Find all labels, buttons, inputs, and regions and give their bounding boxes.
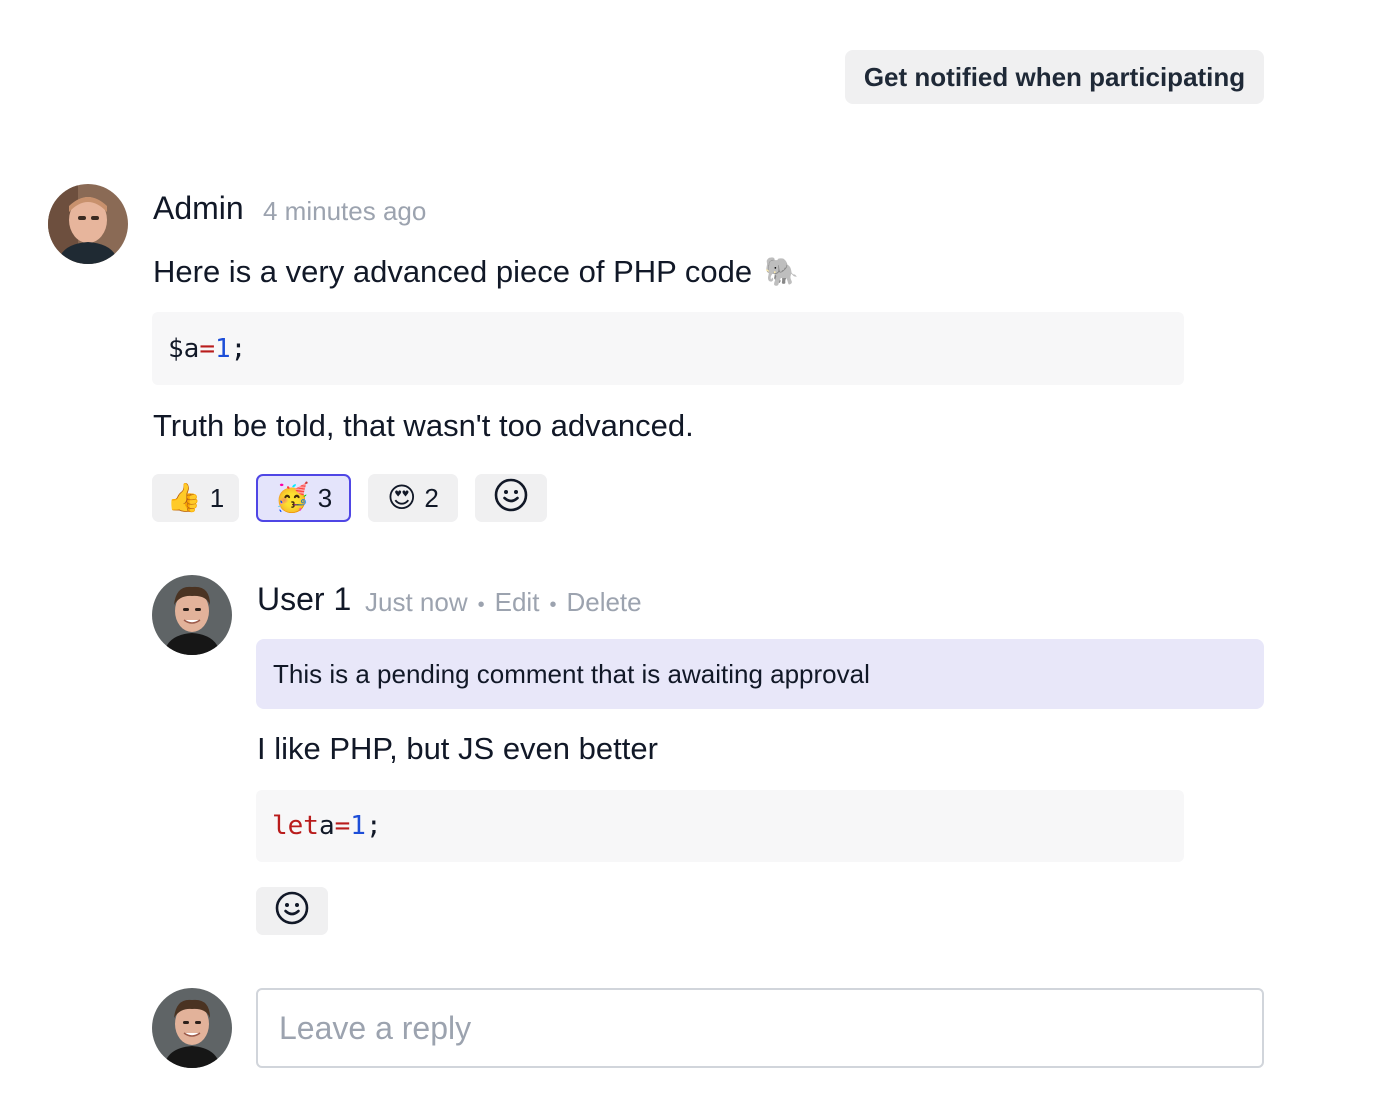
- comment-time: 4 minutes ago: [263, 196, 427, 226]
- reaction-count: 1: [209, 482, 225, 513]
- comment-timestamp: 4 minutes ago: [263, 196, 426, 227]
- comment-author: Admin: [153, 190, 244, 226]
- separator-dot: •: [549, 594, 557, 616]
- reaction-count: 2: [424, 482, 439, 513]
- add-reaction-button[interactable]: [256, 887, 328, 935]
- admin-avatar: [48, 184, 128, 264]
- code-number: 1: [350, 811, 366, 841]
- comment-intro: Here is a very advanced piece of PHP cod…: [153, 254, 799, 290]
- separator-dot: •: [477, 594, 485, 616]
- heart-eyes-icon: 😍: [387, 482, 417, 513]
- code-operator: =: [334, 811, 351, 841]
- add-reaction-button[interactable]: [475, 474, 547, 522]
- user1-avatar: [152, 575, 232, 655]
- code-keyword: let: [272, 811, 319, 841]
- elephant-icon: 🐘: [764, 256, 799, 287]
- thumbs-up-icon: 👍: [166, 482, 202, 513]
- reply-time: Just now: [365, 587, 468, 617]
- reply-text: I like PHP, but JS even better: [257, 731, 658, 766]
- reply-body: I like PHP, but JS even better: [257, 731, 658, 767]
- code-semicolon: ;: [365, 811, 382, 841]
- reply-input[interactable]: [256, 988, 1264, 1068]
- code-var: $a: [168, 333, 200, 364]
- reply-author: User 1: [257, 581, 352, 617]
- reply-reactions: [256, 887, 328, 935]
- pending-notice: This is a pending comment that is awaiti…: [256, 639, 1264, 709]
- code-semicolon: ;: [230, 333, 247, 364]
- delete-link[interactable]: Delete: [566, 587, 641, 618]
- code-number: 1: [214, 333, 231, 364]
- php-code-block: $a = 1;: [152, 312, 1184, 385]
- comment-outro: Truth be told, that wasn't too advanced.: [153, 408, 694, 444]
- reply-meta: Just now • Edit • Delete: [365, 587, 642, 618]
- code-operator: =: [199, 333, 215, 364]
- party-face-icon: 🥳: [274, 482, 310, 513]
- reaction-party[interactable]: 🥳 3: [256, 474, 351, 522]
- js-code-block: let a = 1;: [256, 790, 1184, 862]
- comment-intro-text: Here is a very advanced piece of PHP cod…: [153, 254, 753, 289]
- notify-button[interactable]: Get notified when participating: [845, 50, 1264, 104]
- current-user-avatar: [152, 988, 232, 1068]
- reaction-thumbs-up[interactable]: 👍 1: [152, 474, 239, 522]
- reaction-count: 3: [317, 482, 333, 513]
- smiley-icon: [494, 478, 528, 519]
- comment-outro-text: Truth be told, that wasn't too advanced.: [153, 408, 694, 443]
- reaction-heart-eyes[interactable]: 😍 2: [368, 474, 458, 522]
- comment-reactions: 👍 1 🥳 3 😍 2: [152, 474, 547, 522]
- code-var: a: [318, 811, 335, 841]
- smiley-icon: [275, 891, 309, 932]
- edit-link[interactable]: Edit: [495, 587, 540, 618]
